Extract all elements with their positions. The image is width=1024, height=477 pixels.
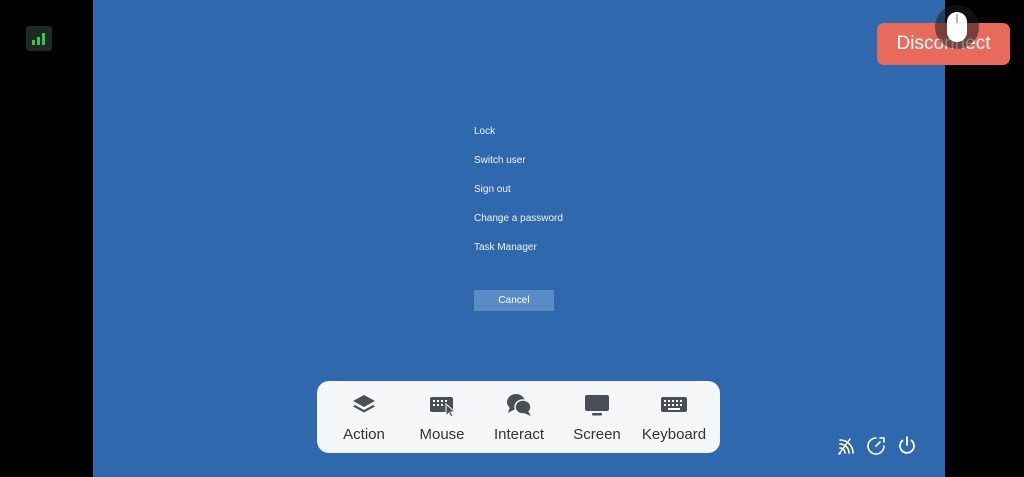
keyboard-mouse-icon [428, 391, 457, 419]
toolbar-interact-button[interactable]: Interact [479, 381, 559, 453]
toolbar-keyboard-label: Keyboard [641, 426, 707, 443]
speed-icon[interactable] [864, 434, 888, 458]
power-icon[interactable] [895, 434, 919, 458]
monitor-icon [583, 391, 611, 419]
toolbar-action-button[interactable]: Action [324, 381, 404, 453]
chat-bubbles-icon [505, 391, 533, 419]
toolbar-screen-button[interactable]: Screen [557, 381, 637, 453]
menu-item-task-manager[interactable]: Task Manager [474, 241, 563, 270]
toolbar-screen-label: Screen [573, 426, 621, 443]
menu-item-sign-out[interactable]: Sign out [474, 183, 563, 212]
menu-item-switch-user[interactable]: Switch user [474, 154, 563, 183]
signal-strength-icon [26, 26, 52, 51]
layers-icon [350, 391, 378, 419]
toolbar-mouse-label: Mouse [419, 426, 465, 443]
toolbar-mouse-button[interactable]: Mouse [402, 381, 482, 453]
security-options-menu: Lock Switch user Sign out Change a passw… [474, 125, 563, 270]
bottom-toolbar: Action Mouse Interact Screen Keyboard [317, 381, 720, 453]
network-icon[interactable] [835, 434, 859, 458]
toolbar-action-label: Action [343, 426, 385, 443]
toolbar-keyboard-button[interactable]: Keyboard [634, 381, 714, 453]
app-screen: Lock Switch user Sign out Change a passw… [0, 0, 1024, 477]
cancel-button[interactable]: Cancel [474, 290, 554, 311]
menu-item-change-password[interactable]: Change a password [474, 212, 563, 241]
keyboard-icon [660, 391, 688, 419]
mouse-icon[interactable] [935, 5, 979, 49]
menu-item-lock[interactable]: Lock [474, 125, 563, 154]
toolbar-interact-label: Interact [493, 426, 545, 443]
